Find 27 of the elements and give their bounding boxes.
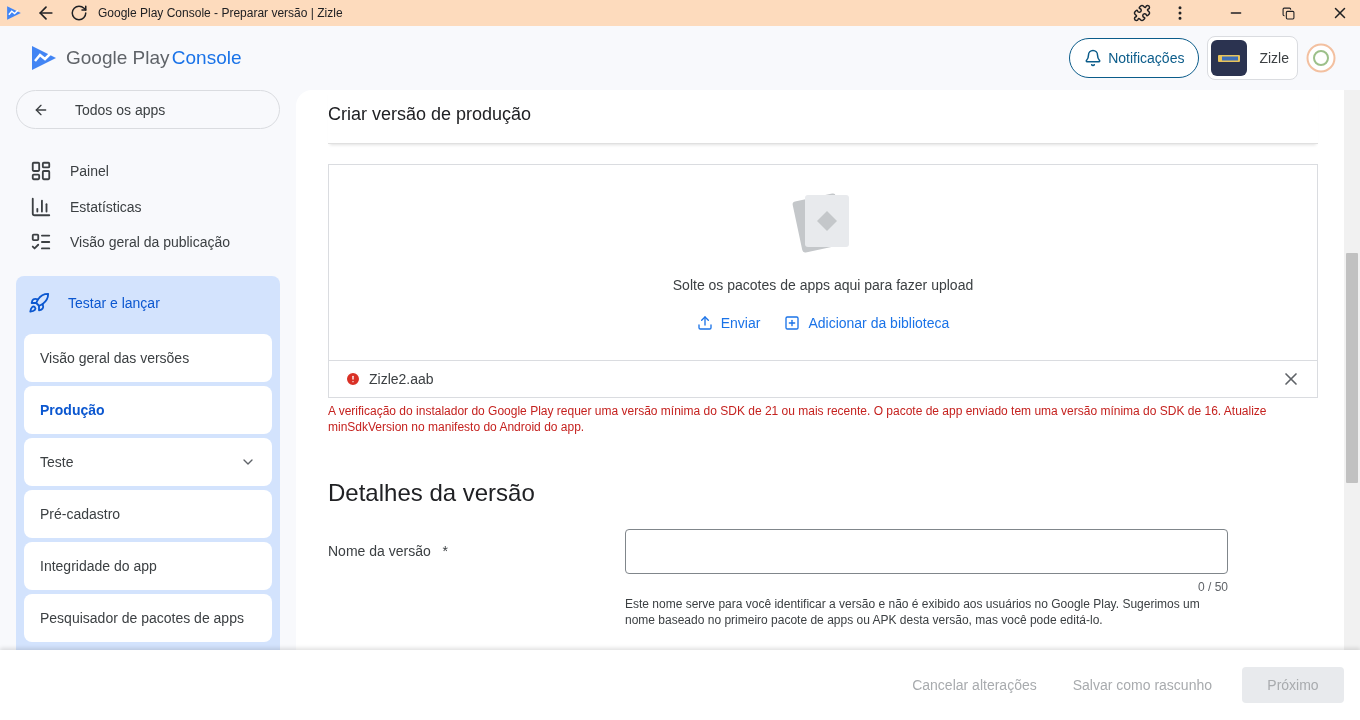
drop-zone[interactable]: Solte os pacotes de apps aqui para fazer upload Enviar Adicionar da biblioteca xyxy=(329,165,1317,361)
nav-subitem[interactable]: Teste xyxy=(24,438,272,486)
app-chip[interactable]: Zizle xyxy=(1207,36,1298,80)
nav-subitem[interactable]: Integridade do app xyxy=(24,542,272,590)
field-help-text: Este nome serve para você identificar a versão e não é exibido aos usuários no Google Play. Sugerimos um nome baseado no primeiro pacote de apps ou APK desta versão, mas você pode editá-lo. xyxy=(625,596,1201,628)
window-title: Google Play Console - Preparar versão | Zizle xyxy=(98,6,344,20)
nav-item[interactable]: Estatísticas xyxy=(16,188,280,225)
page-title: Criar versão de produção xyxy=(328,90,1318,144)
product-name: Console xyxy=(171,47,242,68)
brand-name: Google Play xyxy=(66,47,170,68)
nav-item[interactable]: Visão geral da publicação xyxy=(16,224,280,260)
character-counter: 0 / 50 xyxy=(1197,580,1228,594)
add-from-library-link[interactable]: Adicionar da biblioteca xyxy=(784,315,950,331)
app-name: Zizle xyxy=(1259,50,1289,66)
error-message: A verificação do instalador do Google Play requer uma versão mínima do SDK de 21 ou mais recente. O pacote de app enviado tem uma versão mínima do SDK de 16. Atualize minSdkVersion no manifesto do Android do app. xyxy=(328,403,1268,435)
upload-link[interactable]: Enviar xyxy=(696,315,761,331)
file-name: Zizle2.aab xyxy=(369,371,435,387)
field-label: Nome da versão * xyxy=(328,542,449,561)
drop-hint: Solte os pacotes de apps aqui para fazer upload xyxy=(672,277,974,293)
section-title: Detalhes da versão xyxy=(328,479,536,507)
nav-subitem[interactable]: Pré-cadastro xyxy=(24,490,272,538)
nav-subitem[interactable]: Visão geral das versões xyxy=(24,334,272,382)
nav-item[interactable]: Painel xyxy=(16,153,280,189)
nav-group-header[interactable]: Testar e lançar xyxy=(24,276,272,330)
nav-subitem[interactable]: Produção xyxy=(24,386,272,434)
notifications-button[interactable]: Notificações xyxy=(1069,38,1200,78)
nav-subitem[interactable]: Pesquisador de pacotes de apps xyxy=(24,594,272,642)
